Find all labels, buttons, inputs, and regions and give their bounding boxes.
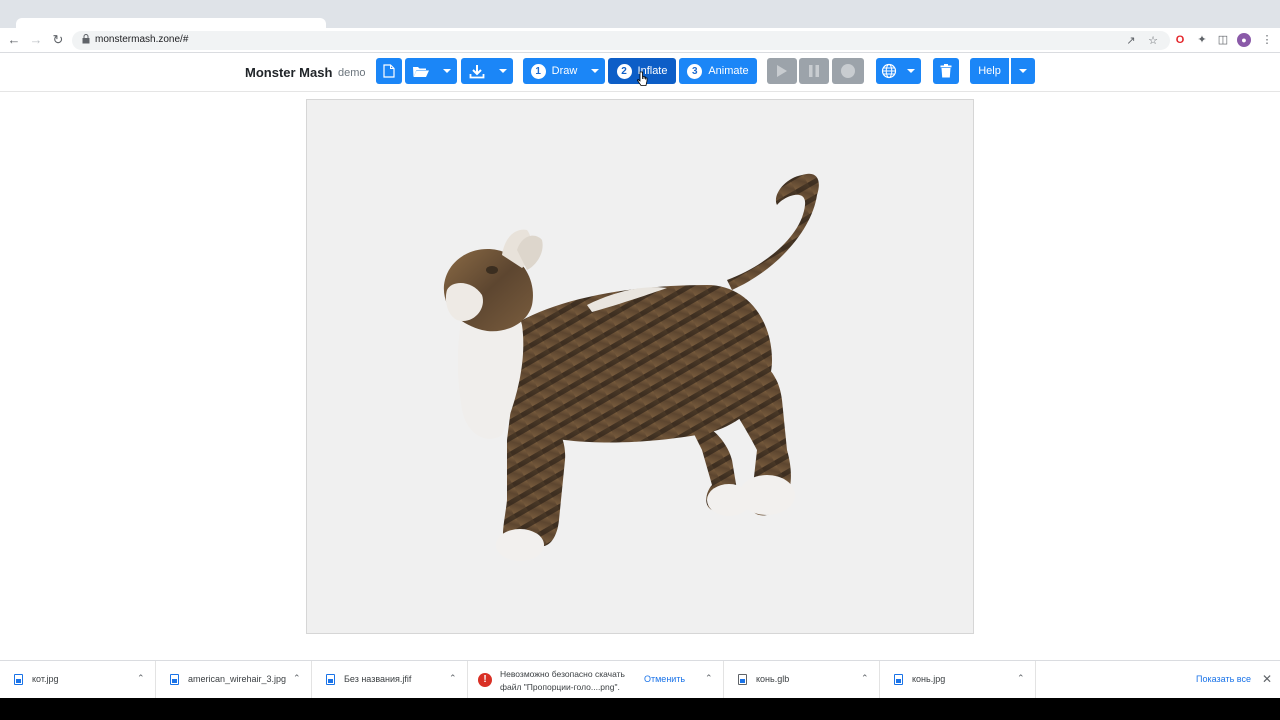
help-button[interactable]: Help xyxy=(970,58,1009,84)
record-icon xyxy=(841,64,855,78)
error-icon: ! xyxy=(478,673,492,687)
download-item[interactable]: кот.jpg ⌃ xyxy=(0,661,156,699)
step-number: 2 xyxy=(616,63,632,79)
download-filename: кот.jpg xyxy=(32,674,59,684)
download-dropdown-button[interactable] xyxy=(493,58,513,84)
step-number: 1 xyxy=(530,63,546,79)
download-filename: Без названия.jfif xyxy=(344,674,412,684)
download-item-warning[interactable]: ! Невозможно безопасно скачать файл "Про… xyxy=(468,661,724,699)
open-dropdown-button[interactable] xyxy=(437,58,457,84)
cat-model[interactable] xyxy=(307,100,975,635)
chevron-up-icon[interactable]: ⌃ xyxy=(137,673,145,684)
warning-line-1: Невозможно безопасно скачать xyxy=(500,669,625,679)
language-button[interactable] xyxy=(876,58,901,84)
extensions-icon[interactable]: ✦ xyxy=(1195,33,1209,47)
chevron-down-icon xyxy=(443,69,451,73)
draw-step-button[interactable]: 1 Draw xyxy=(523,58,585,84)
omnibox[interactable]: monstermash.zone/# ↗ ☆ xyxy=(72,31,1170,50)
help-label: Help xyxy=(978,65,1001,77)
top-letterbox xyxy=(0,0,1280,18)
open-button[interactable] xyxy=(405,58,437,84)
show-all-downloads-link[interactable]: Показать все xyxy=(1196,674,1251,684)
draw-dropdown-button[interactable] xyxy=(585,58,605,84)
page: Monster Mash demo 1 Draw 2 Inflate 3 Ani… xyxy=(0,53,1280,660)
chevron-down-icon xyxy=(907,69,915,73)
chevron-up-icon[interactable]: ⌃ xyxy=(449,673,457,684)
opera-icon[interactable]: O xyxy=(1173,33,1187,47)
download-filename: конь.jpg xyxy=(912,674,946,684)
download-item[interactable]: конь.jpg ⌃ xyxy=(880,661,1036,699)
download-item[interactable]: Без названия.jfif ⌃ xyxy=(312,661,468,699)
download-icon xyxy=(469,64,485,78)
browser-window: ← → ↻ monstermash.zone/# ↗ ☆ O ✦ ◫ ● ⋮ M… xyxy=(0,0,1280,720)
address-bar: ← → ↻ monstermash.zone/# ↗ ☆ O ✦ ◫ ● ⋮ xyxy=(0,28,1280,53)
trash-icon xyxy=(940,64,952,78)
url-text: monstermash.zone/# xyxy=(95,34,189,45)
new-file-button[interactable] xyxy=(376,58,402,84)
delete-button[interactable] xyxy=(933,58,959,84)
download-button[interactable] xyxy=(461,58,493,84)
chevron-down-icon xyxy=(499,69,507,73)
step-label: Draw xyxy=(551,65,578,77)
record-button[interactable] xyxy=(832,58,864,84)
bottom-letterbox xyxy=(0,698,1280,720)
warning-line-2: файл "Пропорции-голо....png". xyxy=(500,682,620,692)
help-dropdown-button[interactable] xyxy=(1011,58,1035,84)
new-file-icon xyxy=(383,64,395,78)
chevron-up-icon[interactable]: ⌃ xyxy=(293,673,301,684)
reload-icon[interactable]: ↻ xyxy=(50,32,66,48)
step-label: Animate xyxy=(708,65,749,77)
play-icon xyxy=(777,65,787,77)
bookmark-star-icon[interactable]: ☆ xyxy=(1146,34,1160,48)
mouse-cursor-icon xyxy=(637,71,648,86)
image-file-icon xyxy=(326,674,335,685)
lock-icon xyxy=(82,34,90,44)
download-shelf: кот.jpg ⌃ american_wirehair_3.jpg ⌃ Без … xyxy=(0,660,1280,699)
pause-button[interactable] xyxy=(799,58,829,84)
image-file-icon xyxy=(14,674,23,685)
app-brand-sub: demo xyxy=(338,67,366,79)
file-icon xyxy=(738,674,747,685)
step-number: 3 xyxy=(687,63,703,79)
app-brand: Monster Mash xyxy=(245,65,333,80)
close-icon[interactable]: ✕ xyxy=(1262,672,1272,686)
cancel-download-button[interactable]: Отменить xyxy=(644,674,685,684)
chevron-up-icon[interactable]: ⌃ xyxy=(1017,673,1025,684)
share-icon[interactable]: ↗ xyxy=(1124,34,1138,48)
download-filename: конь.glb xyxy=(756,674,790,684)
chevron-down-icon xyxy=(591,69,599,73)
chevron-up-icon[interactable]: ⌃ xyxy=(705,673,713,684)
image-file-icon xyxy=(170,674,179,685)
model-canvas[interactable] xyxy=(306,99,974,634)
app-navbar: Monster Mash demo 1 Draw 2 Inflate 3 Ani… xyxy=(0,53,1280,92)
pause-icon xyxy=(809,65,819,77)
back-icon[interactable]: ← xyxy=(6,32,22,48)
animate-step-button[interactable]: 3 Animate xyxy=(679,58,757,84)
globe-icon xyxy=(881,63,896,79)
forward-icon[interactable]: → xyxy=(28,32,44,48)
active-tab[interactable] xyxy=(16,18,326,28)
download-item[interactable]: конь.glb ⌃ xyxy=(724,661,880,699)
language-dropdown-button[interactable] xyxy=(901,58,921,84)
chevron-up-icon[interactable]: ⌃ xyxy=(861,673,869,684)
download-filename: american_wirehair_3.jpg xyxy=(188,674,287,684)
download-item[interactable]: american_wirehair_3.jpg ⌃ xyxy=(156,661,312,699)
chevron-down-icon xyxy=(1019,69,1027,73)
warning-text: Невозможно безопасно скачать файл "Пропо… xyxy=(500,668,625,694)
menu-dots-icon[interactable]: ⋮ xyxy=(1260,33,1274,47)
image-file-icon xyxy=(894,674,903,685)
play-button[interactable] xyxy=(767,58,797,84)
sidepanel-icon[interactable]: ◫ xyxy=(1216,33,1230,47)
profile-avatar[interactable]: ● xyxy=(1237,33,1251,47)
folder-open-icon xyxy=(413,66,429,77)
